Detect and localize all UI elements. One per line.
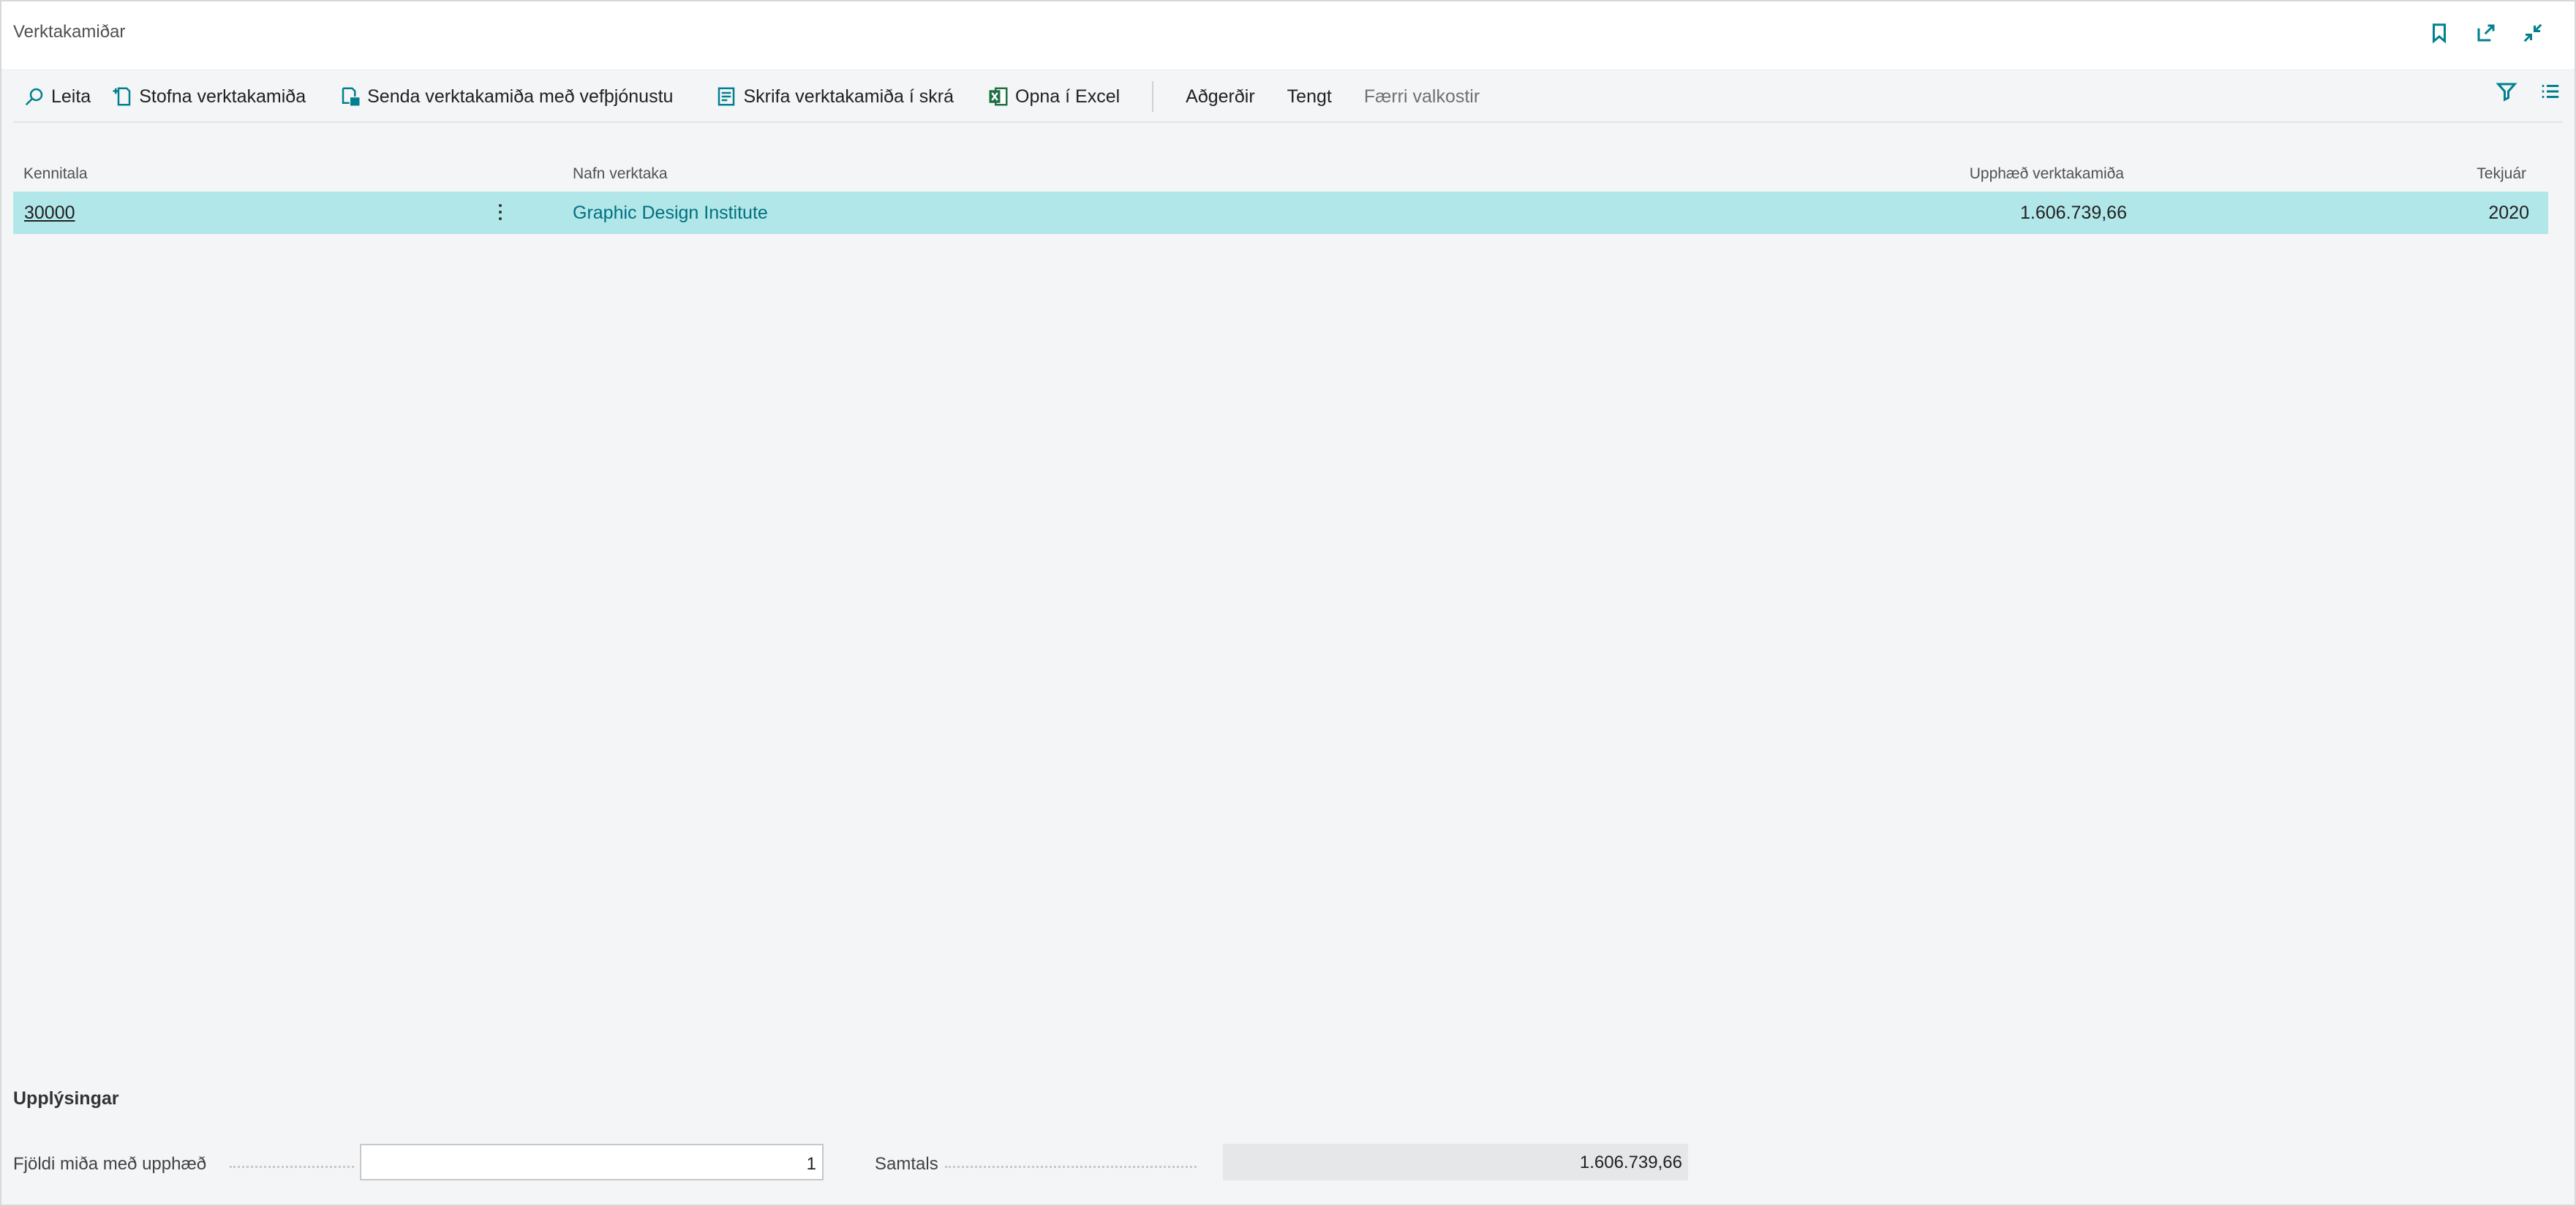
- column-header-nafn[interactable]: Nafn verktaka: [573, 165, 668, 183]
- total-label: Samtals: [875, 1154, 938, 1174]
- cell-nafn[interactable]: Graphic Design Institute: [573, 203, 768, 224]
- cell-kennitala[interactable]: 30000: [24, 203, 75, 224]
- filter-icon[interactable]: [2494, 79, 2519, 104]
- count-label: Fjöldi miða með upphæð: [13, 1154, 207, 1174]
- info-section: Upplýsingar Fjöldi miða með upphæð 1 Sam…: [13, 1088, 2207, 1180]
- write-file-label: Skrifa verktakamiða í skrá: [743, 86, 954, 107]
- related-menu[interactable]: Tengt: [1277, 78, 1342, 115]
- total-value: 1.606.739,66: [1223, 1144, 1688, 1180]
- new-document-icon: [113, 87, 131, 106]
- row-menu-icon[interactable]: [493, 200, 508, 225]
- count-input[interactable]: 1: [360, 1144, 824, 1180]
- create-label: Stofna verktakamiða: [139, 86, 306, 107]
- toolbar-right: [2494, 79, 2563, 104]
- send-icon: [342, 87, 360, 106]
- send-label: Senda verktakamiða með vefþjónustu: [367, 86, 674, 107]
- count-leader: [230, 1166, 354, 1168]
- actions-menu[interactable]: Aðgerðir: [1175, 78, 1265, 115]
- contractor-slips-grid: Kennitala Nafn verktaka Upphæð verktakam…: [13, 152, 2548, 234]
- write-file-icon: [718, 87, 735, 106]
- cell-upphaed: 1.606.739,66: [2020, 203, 2127, 223]
- write-file-button[interactable]: Skrifa verktakamiða í skrá: [705, 78, 964, 115]
- bookmark-icon[interactable]: [2427, 20, 2452, 45]
- column-header-kennitala[interactable]: Kennitala: [23, 165, 88, 183]
- grid-header: Kennitala Nafn verktaka Upphæð verktakam…: [13, 152, 2548, 192]
- fewer-options-button[interactable]: Færri valkostir: [1354, 78, 1490, 115]
- create-button[interactable]: Stofna verktakamiða: [101, 78, 316, 115]
- open-excel-label: Opna í Excel: [1015, 86, 1121, 107]
- info-title[interactable]: Upplýsingar: [13, 1088, 2207, 1109]
- search-button[interactable]: Leita: [13, 78, 101, 115]
- column-header-tekjuar[interactable]: Tekjuár: [2477, 165, 2526, 183]
- cell-tekjuar: 2020: [2488, 203, 2529, 223]
- action-bar: Leita Stofna verktakamiða Senda verktaka…: [13, 72, 2563, 123]
- open-new-window-icon[interactable]: [2474, 20, 2498, 45]
- total-field: Samtals 1.606.739,66: [875, 1144, 1701, 1180]
- search-icon: [25, 88, 43, 106]
- page: Verktakamiðar Leita Stofna verktakamiða …: [0, 0, 2576, 1206]
- title-bar: Verktakamiðar: [1, 1, 2575, 70]
- table-row[interactable]: 30000 Graphic Design Institute 1.606.739…: [13, 192, 2548, 234]
- collapse-icon[interactable]: [2520, 20, 2545, 45]
- total-leader: [945, 1166, 1197, 1168]
- toolbar-divider: [1152, 81, 1154, 112]
- column-header-upphaed[interactable]: Upphæð verktakamiða: [1970, 165, 2124, 183]
- open-excel-button[interactable]: Opna í Excel: [977, 78, 1130, 115]
- search-label: Leita: [51, 86, 91, 107]
- send-button[interactable]: Senda verktakamiða með vefþjónustu: [329, 78, 683, 115]
- excel-icon: [989, 87, 1008, 106]
- page-title: Verktakamiðar: [13, 22, 126, 42]
- count-field: Fjöldi miða með upphæð 1: [13, 1144, 825, 1180]
- list-icon[interactable]: [2538, 79, 2563, 104]
- title-actions: [2427, 20, 2545, 45]
